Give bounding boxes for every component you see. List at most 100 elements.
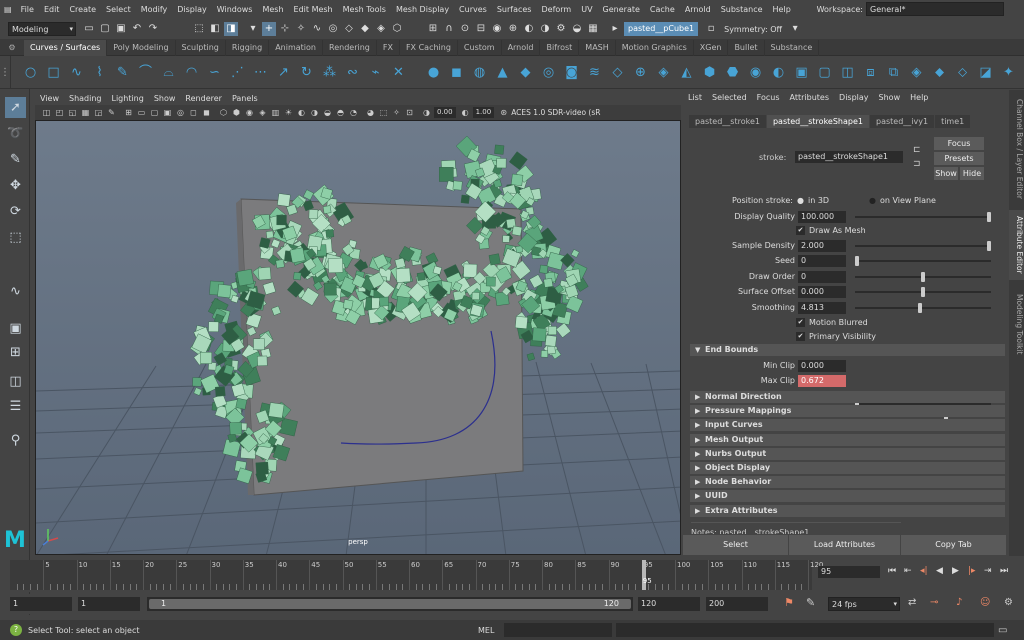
anim-layers-icon[interactable]: ♪	[956, 597, 962, 608]
step-back-key-icon[interactable]: ⇤	[904, 566, 920, 576]
nurbs-sphere-icon[interactable]: ●	[424, 63, 443, 82]
paint-select-tool-icon[interactable]: ✎	[5, 149, 26, 170]
safe-action-icon[interactable]: ◻	[188, 107, 199, 118]
use-all-lights-icon[interactable]: ☀	[283, 107, 294, 118]
perspective-viewport[interactable]: persp	[35, 120, 681, 555]
ae-tab-time1[interactable]: time1	[935, 115, 971, 128]
bookmarks-icon[interactable]: ◱	[67, 107, 78, 118]
handles-icon[interactable]: ⊹	[278, 22, 292, 36]
shelf-tab-substance[interactable]: Substance	[765, 39, 820, 56]
render-settings-icon[interactable]: ⚙	[554, 22, 568, 36]
trim-tool-icon[interactable]: ▣	[792, 63, 811, 82]
shelf-tab-fx-caching[interactable]: FX Caching	[400, 39, 458, 56]
ae-menu-attributes[interactable]: Attributes	[785, 90, 835, 106]
object-name-field[interactable]: pasted__pCube1	[624, 22, 699, 36]
xray-components-icon[interactable]: ⊡	[404, 107, 415, 118]
render-icon[interactable]: ◐	[522, 22, 536, 36]
last-tool-icon[interactable]: ∿	[5, 281, 26, 302]
attribute-editor-tab[interactable]: Attribute Editor	[1009, 210, 1024, 280]
key-icon[interactable]: ⊸	[930, 597, 938, 608]
gamma-field[interactable]: 1.00	[472, 107, 495, 118]
ae-menu-focus[interactable]: Focus	[752, 90, 785, 106]
current-frame-marker[interactable]	[641, 560, 646, 590]
undo-icon[interactable]: ↶	[130, 22, 144, 36]
move-tool-icon[interactable]: ✥	[5, 175, 26, 196]
wireframe-icon[interactable]: ⬡	[218, 107, 229, 118]
symmetry-dropdown[interactable]: Symmetry: Off	[720, 25, 788, 34]
square-surface-icon[interactable]: ⬣	[723, 63, 742, 82]
surface-offset-slider[interactable]	[855, 287, 991, 297]
display-quality-handle[interactable]	[987, 212, 991, 222]
menu-surfaces[interactable]: Surfaces	[492, 0, 537, 19]
pick-mask-icon[interactable]: ▾	[246, 22, 260, 36]
seed-slider[interactable]	[855, 256, 991, 266]
joints-icon[interactable]: ✧	[294, 22, 308, 36]
presets-button[interactable]: Presets	[934, 152, 984, 165]
viewport-menu-shading[interactable]: Shading	[64, 92, 107, 105]
draw-order-handle[interactable]	[921, 272, 925, 282]
menu-file[interactable]: File	[16, 0, 39, 19]
section-nurbs-output[interactable]: ▶ Nurbs Output	[690, 447, 1005, 460]
motion-blurred-checkbox[interactable]: ✔ Motion Blurred	[796, 318, 868, 327]
sample-density-handle[interactable]	[987, 241, 991, 251]
script-editor-icon[interactable]: ▭	[998, 625, 1007, 636]
timeline-track[interactable]: 5 10 15 20 25 30 35 40 45 50 55 60 65 70 75 80 85 90 95 100…	[10, 560, 823, 590]
preferences-icon[interactable]: ⚙	[1004, 597, 1013, 608]
color-management-icon[interactable]: ⊛	[498, 107, 509, 118]
anti-aliasing-icon[interactable]: ◓	[335, 107, 346, 118]
menu-help[interactable]: Help	[768, 0, 796, 19]
section-uuid[interactable]: ▶ UUID	[690, 490, 1005, 503]
section-normal-direction[interactable]: ▶ Normal Direction	[690, 391, 1005, 403]
menu-set-dropdown[interactable]: Modeling	[8, 22, 76, 36]
nurbs-torus-icon[interactable]: ◎	[539, 63, 558, 82]
menu-windows[interactable]: Windows	[212, 0, 258, 19]
menu-deform[interactable]: Deform	[536, 0, 576, 19]
curve-editing-icon[interactable]: ⌁	[366, 63, 385, 82]
shelf-tab-custom[interactable]: Custom	[458, 39, 502, 56]
draw-order-slider[interactable]	[855, 272, 991, 282]
smooth-shade-icon[interactable]: ⬢	[231, 107, 242, 118]
make-live-icon[interactable]: ◉	[490, 22, 504, 36]
shelf-tab-sculpting[interactable]: Sculpting	[176, 39, 226, 56]
input-connection-icon[interactable]: ⊏	[913, 145, 925, 157]
shelf-tab-fx[interactable]: FX	[377, 39, 400, 56]
viewport-menu-renderer[interactable]: Renderer	[180, 92, 227, 105]
display-quality-field[interactable]: 100.000	[798, 211, 846, 223]
open-close-icon[interactable]: ◈	[907, 63, 926, 82]
snap-point-icon[interactable]: ⊙	[458, 22, 472, 36]
animation-end-field[interactable]: 200	[706, 597, 768, 611]
offset-curve-icon[interactable]: ↻	[297, 63, 316, 82]
character-set-icon[interactable]: ☺	[980, 597, 990, 608]
play-forwards-icon[interactable]: ▶	[952, 566, 968, 576]
surfaces-mask-icon[interactable]: ◎	[326, 22, 340, 36]
viewport-menu-show[interactable]: Show	[149, 92, 181, 105]
project-curve-icon[interactable]: ◐	[769, 63, 788, 82]
history-icon[interactable]: ⊕	[506, 22, 520, 36]
ae-menu-help[interactable]: Help	[905, 90, 933, 106]
three-point-arc-icon[interactable]: ◠	[182, 63, 201, 82]
pencil-curve-icon[interactable]: ✎	[113, 63, 132, 82]
view-transform-label[interactable]: ACES 1.0 SDR-video (sR	[511, 108, 600, 117]
stroke-node-name-field[interactable]: pasted__strokeShape1	[795, 151, 903, 163]
max-clip-field[interactable]: 0.672	[798, 375, 846, 387]
step-forward-key-icon[interactable]: ⇥	[984, 566, 1000, 576]
insert-isoparm-icon[interactable]: ⬥	[930, 63, 949, 82]
display-quality-slider[interactable]	[855, 212, 991, 222]
hide-button[interactable]: Hide	[960, 167, 984, 180]
rebuild-surface-icon[interactable]: ◪	[976, 63, 995, 82]
film-gate-icon[interactable]: ▭	[136, 107, 147, 118]
shadows-icon[interactable]: ◐	[296, 107, 307, 118]
section-pressure-mappings[interactable]: ▶ Pressure Mappings	[690, 405, 1005, 418]
menu-mesh-tools[interactable]: Mesh Tools	[338, 0, 391, 19]
select-all-icon[interactable]: +	[262, 22, 276, 36]
search-icon[interactable]: ⚲	[5, 430, 26, 451]
playback-start-field[interactable]: 1	[78, 597, 140, 611]
fps-dropdown[interactable]: 24 fps	[828, 597, 900, 611]
cv-curve-icon[interactable]: ⌇	[90, 63, 109, 82]
command-input[interactable]	[504, 623, 612, 637]
extend-curve-icon[interactable]: ↗	[274, 63, 293, 82]
extrude-icon[interactable]: ⊕	[631, 63, 650, 82]
range-handle[interactable]: 1 120	[149, 599, 631, 609]
current-frame-field[interactable]: 95	[818, 566, 880, 578]
section-mesh-output[interactable]: ▶ Mesh Output	[690, 433, 1005, 446]
